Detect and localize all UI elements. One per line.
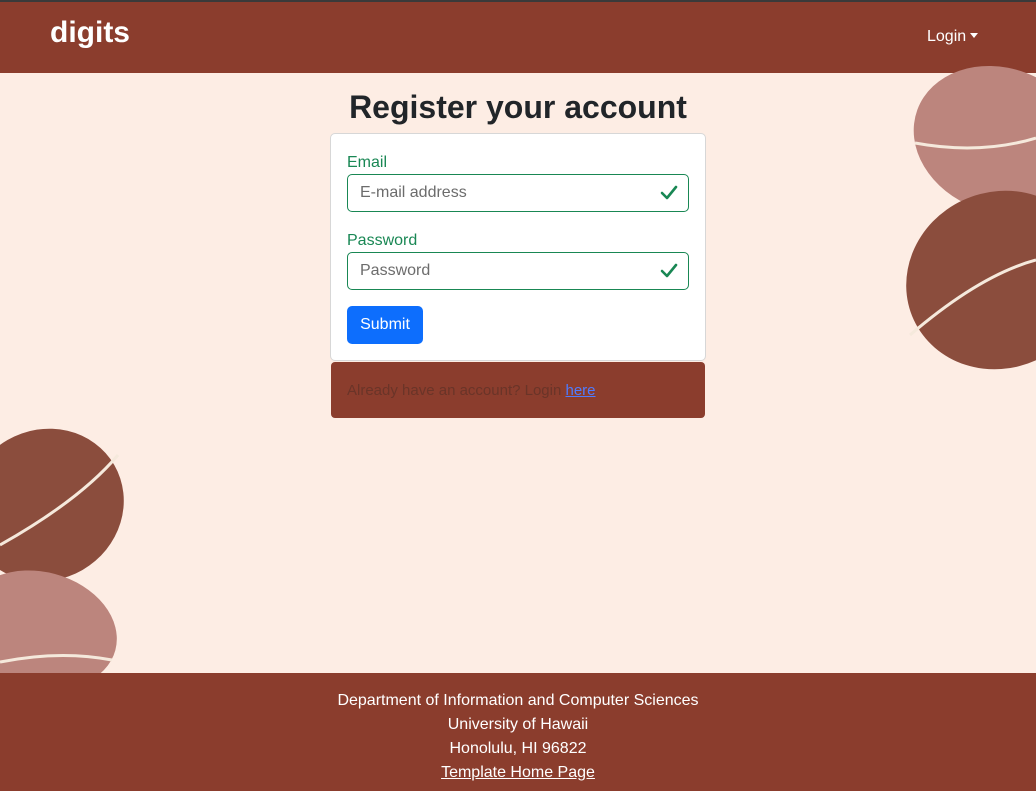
brand-logo[interactable]: digits <box>50 16 130 50</box>
login-label: Login <box>927 28 967 45</box>
email-field[interactable] <box>348 175 660 211</box>
footer-address: Honolulu, HI 96822 <box>449 740 587 757</box>
login-prompt-label: Already have an account? Login <box>347 382 566 399</box>
check-icon <box>660 263 678 278</box>
login-prompt-text: Already have an account? Login here <box>347 382 596 399</box>
password-label: Password <box>347 232 418 249</box>
password-field[interactable] <box>348 253 660 289</box>
login-prompt-box: Already have an account? Login here <box>331 362 705 418</box>
login-dropdown-toggle[interactable]: Login <box>927 28 979 46</box>
email-field-wrapper <box>347 174 689 212</box>
footer-university: University of Hawaii <box>447 716 589 733</box>
register-form-card: Email Password Submit <box>330 133 706 361</box>
check-icon <box>660 185 678 200</box>
bean-top-right-dark <box>906 190 1036 370</box>
password-field-wrapper <box>347 252 689 290</box>
email-label: Email <box>347 154 388 171</box>
caret-down-icon <box>970 33 979 38</box>
login-here-link[interactable]: here <box>566 382 596 399</box>
template-home-link[interactable]: Template Home Page <box>441 764 595 781</box>
page-title: Register your account <box>349 89 687 125</box>
bean-bottom-left-dark <box>0 428 124 582</box>
footer-department: Department of Information and Computer S… <box>337 692 699 709</box>
footer: Department of Information and Computer S… <box>0 673 1036 791</box>
submit-button[interactable]: Submit <box>347 306 423 344</box>
navbar: digits Login <box>0 2 1036 73</box>
